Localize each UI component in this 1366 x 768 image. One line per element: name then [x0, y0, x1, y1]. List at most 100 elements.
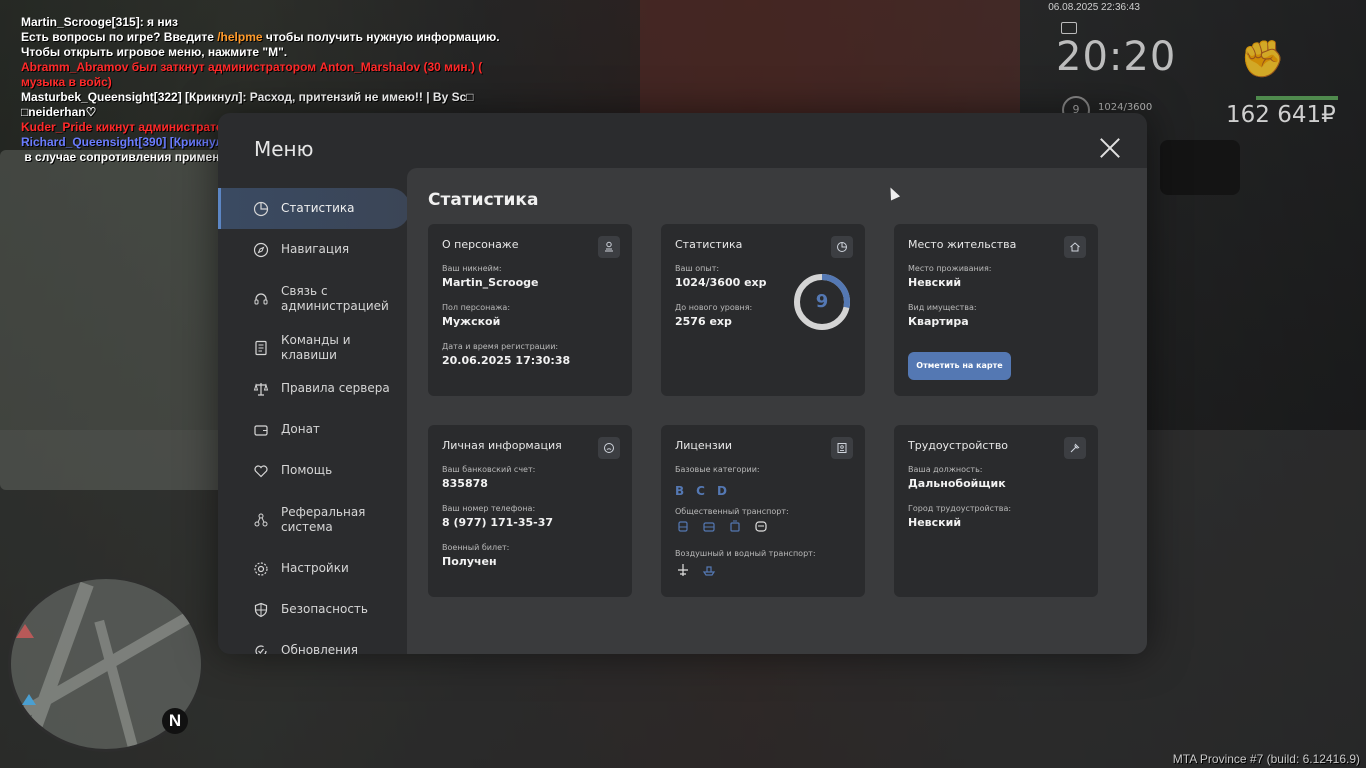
air-water-icons [675, 562, 717, 578]
sidebar-item-label: Реферальная система [281, 504, 366, 534]
sidebar-item-7[interactable]: Помощь [218, 450, 408, 491]
minimap-road [94, 619, 138, 749]
sidebar-item-8[interactable]: Реферальная система [218, 491, 408, 548]
card-title: Личная информация [442, 439, 562, 452]
chart-pie-icon [253, 201, 269, 217]
bus-icon [675, 519, 691, 535]
wallet-icon [253, 422, 269, 438]
field-label: Дата и время регистрации: [442, 342, 559, 351]
chat-line: Masturbek_Queensight[322] [Крикнул]: Рас… [21, 90, 541, 105]
tram-icon [727, 519, 743, 535]
sidebar-item-10[interactable]: Безопасность [218, 589, 408, 630]
field-label: Ваша должность: [908, 465, 983, 474]
sidebar-item-5[interactable]: Правила сервера [218, 368, 408, 409]
chat-segment: Richard_Queensight[390] [Крикнул]: [21, 135, 235, 149]
hud-clock: 20:20 [1056, 34, 1177, 80]
field-label: Базовые категории: [675, 465, 760, 474]
field-value: Martin_Scrooge [442, 276, 539, 289]
chat-segment: Abramm_Abramov был заткнут администратор… [21, 60, 483, 74]
minimap-marker-icon [16, 624, 34, 638]
license-category: C [696, 484, 705, 498]
sidebar-item-label: Безопасность [281, 602, 368, 616]
trolleybus-icon [701, 519, 717, 535]
card-title: Лицензии [675, 439, 733, 452]
license-category: B [675, 484, 685, 498]
chat-segment: /helpme [217, 30, 263, 44]
sidebar-item-2[interactable]: Навигация [218, 229, 408, 270]
scales-icon [253, 381, 269, 397]
license-categories: BCD [675, 480, 739, 499]
sidebar-item-3[interactable]: Связь с администрацией [218, 270, 408, 327]
metro-icon [753, 519, 769, 535]
sidebar-item-label: Статистика [281, 201, 355, 215]
field-label: До нового уровня: [675, 303, 753, 312]
job-city-field: Город трудоустройства: Невский [908, 504, 1011, 529]
sidebar-item-label: Настройки [281, 561, 349, 575]
plane-icon [675, 562, 691, 578]
id-card-icon [831, 437, 853, 459]
chat-segment: Martin_Scrooge[315]: я низ [21, 15, 178, 29]
gender-field: Пол персонажа: Мужской [442, 303, 510, 328]
fist-icon: ✊ [1240, 39, 1285, 80]
field-value: 20.06.2025 17:30:38 [442, 354, 571, 367]
chat-segment: чтобы получить нужную информацию. [262, 30, 500, 44]
background-van [0, 150, 230, 490]
field-value: Невский [908, 516, 962, 529]
field-value: Получен [442, 555, 497, 568]
sidebar: Статистика Навигация Связь с администрацие… [218, 188, 410, 654]
sidebar-item-label: Связь с администрацией [281, 283, 389, 313]
house-icon [1064, 236, 1086, 258]
field-label: Ваш банковский счет: [442, 465, 536, 474]
user-stamp-icon [598, 236, 620, 258]
card-licenses: Лицензии Базовые категории: BCD Обществе… [661, 425, 865, 597]
menu-title: Меню [254, 137, 314, 161]
card-title: О персонаже [442, 238, 519, 251]
public-transport-label: Общественный транспорт: [675, 507, 789, 516]
field-label: Ваш никнейм: [442, 264, 502, 273]
field-label: Общественный транспорт: [675, 507, 789, 516]
chat-segment: Чтобы открыть игровое меню, нажмите "M". [21, 45, 288, 59]
heart-icon [253, 463, 269, 479]
chat-line: Есть вопросы по игре? Введите /helpme чт… [21, 30, 541, 45]
residence-place-field: Место проживания: Невский [908, 264, 991, 289]
field-value: Квартира [908, 315, 969, 328]
chat-segment: музыка в войс) [21, 75, 112, 89]
close-button[interactable] [1097, 135, 1123, 161]
hammer-icon [1064, 437, 1086, 459]
field-label: Воздушный и водный транспорт: [675, 549, 816, 558]
chart-pie-icon [831, 236, 853, 258]
chat-line: Чтобы открыть игровое меню, нажмите "M". [21, 45, 541, 60]
military-id-field: Военный билет: Получен [442, 543, 509, 568]
chat-segment: Есть вопросы по игре? Введите [21, 30, 218, 44]
content-title: Статистика [428, 190, 539, 210]
job-position-field: Ваша должность: Дальнобойщик [908, 465, 1006, 490]
field-label: Город трудоустройства: [908, 504, 1012, 513]
minimap-road [22, 581, 94, 747]
air-water-transport-label: Воздушный и водный транспорт: [675, 549, 816, 558]
field-label: Вид имущества: [908, 303, 977, 312]
mail-icon [1061, 22, 1077, 34]
property-type-field: Вид имущества: Квартира [908, 303, 977, 328]
field-value: Дальнобойщик [908, 477, 1006, 490]
field-label: Место проживания: [908, 264, 992, 273]
hud-datetime: 06.08.2025 22:36:43 [1048, 2, 1140, 13]
sidebar-item-1[interactable]: Статистика [218, 188, 410, 229]
field-value: 835878 [442, 477, 488, 490]
sidebar-item-4[interactable]: Команды и клавиши [218, 327, 408, 368]
sidebar-item-6[interactable]: Донат [218, 409, 408, 450]
hud-exp: 1024/3600 [1098, 102, 1153, 113]
north-indicator: N [162, 708, 188, 734]
sidebar-item-11[interactable]: Обновления [218, 630, 408, 654]
phone-field: Ваш номер телефона: 8 (977) 171-35-37 [442, 504, 553, 529]
sidebar-item-9[interactable]: Настройки [218, 548, 408, 589]
hud-money: 162 641₽ [1226, 102, 1336, 128]
card-employment: Трудоустройство Ваша должность: Дальнобо… [894, 425, 1098, 597]
sidebar-item-label: Донат [281, 422, 320, 436]
base-categories-label: Базовые категории: [675, 465, 760, 474]
boat-icon [701, 562, 717, 578]
player-arrow-icon [22, 694, 36, 705]
background-building [640, 0, 1020, 120]
build-info: MTA Province #7 (build: 6.12416.9) [1172, 752, 1360, 766]
mark-on-map-button[interactable]: Отметить на карте [908, 352, 1011, 380]
sidebar-item-label: Обновления [281, 643, 359, 654]
